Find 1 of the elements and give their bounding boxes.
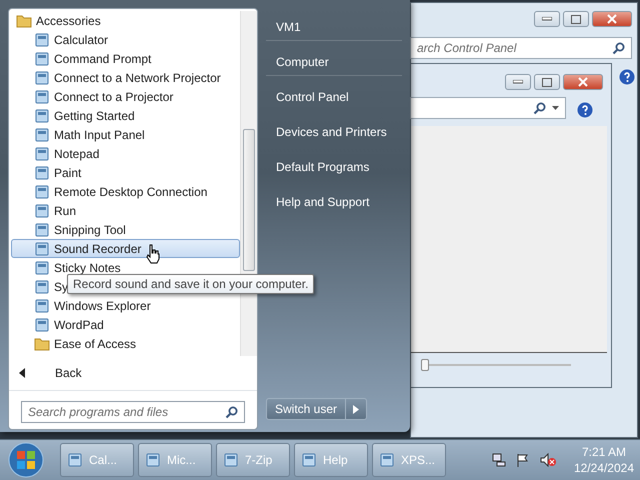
tooltip: Record sound and save it on your computer. (67, 274, 314, 294)
